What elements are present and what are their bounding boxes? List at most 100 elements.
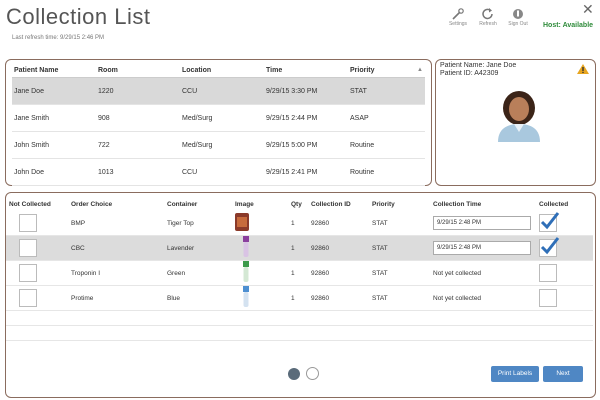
patient-name: John Doe	[12, 158, 96, 186]
column-header[interactable]: Location	[180, 63, 264, 78]
warning-icon[interactable]	[577, 64, 589, 74]
collected-checkbox[interactable]	[539, 289, 557, 307]
order-qty: 1	[288, 260, 308, 286]
checkmark-icon	[540, 212, 560, 230]
patient-location: Med/Surg	[180, 104, 264, 132]
sign-out-label: Sign Out	[508, 21, 528, 27]
patient-location: CCU	[180, 158, 264, 186]
patient-row[interactable]: Jane Smith 908 Med/Surg 9/29/15 2:44 PM …	[12, 104, 425, 132]
column-header: Image	[235, 200, 254, 208]
host-status: Host: Available	[543, 22, 594, 29]
collection-time-text: Not yet collected	[430, 260, 536, 286]
order-row[interactable]: Protime Blue 1 92860 STAT Not yet collec…	[6, 285, 593, 311]
patient-location: Med/Surg	[180, 131, 264, 159]
collection-time-input[interactable]: 9/29/15 2:48 PM	[433, 216, 531, 230]
patient-photo	[498, 91, 540, 142]
order-row[interactable]: CBC Lavender 1 92860 STAT 9/29/15 2:48 P…	[6, 235, 593, 261]
patient-id-label: Patient ID: A42309	[440, 70, 499, 77]
not-collected-checkbox[interactable]	[19, 239, 37, 257]
patient-row[interactable]: Jane Doe 1220 CCU 9/29/15 3:30 PM STAT	[12, 77, 425, 105]
order-choice: CBC	[68, 235, 164, 261]
green-tube-image	[243, 261, 249, 282]
sign-out-button[interactable]: Sign Out	[503, 8, 533, 27]
patient-time: 9/29/15 2:41 PM	[264, 158, 348, 186]
column-header[interactable]: Room	[96, 63, 180, 78]
order-collection-id: 92860	[308, 211, 369, 236]
refresh-button[interactable]: Refresh	[473, 8, 503, 27]
patient-time: 9/29/15 2:44 PM	[264, 104, 348, 132]
tiger-top-tube-image	[235, 213, 249, 231]
patient-priority: Routine	[348, 158, 425, 186]
order-choice: Protime	[68, 285, 164, 311]
refresh-label: Refresh	[479, 21, 497, 27]
order-choice: Troponin I	[68, 260, 164, 286]
refresh-icon	[482, 8, 493, 20]
checkmark-icon	[540, 237, 560, 255]
empty-row	[6, 325, 593, 341]
order-priority: STAT	[369, 235, 430, 261]
column-header: Order Choice	[71, 200, 113, 208]
column-header: Collection ID	[311, 200, 351, 208]
empty-row	[6, 310, 593, 326]
patient-priority: ASAP	[348, 104, 425, 132]
order-row[interactable]: BMP Tiger Top 1 92860 STAT 9/29/15 2:48 …	[6, 211, 593, 236]
column-header: Collected	[539, 200, 569, 208]
order-qty: 1	[288, 235, 308, 261]
lavender-tube-image	[243, 236, 249, 257]
order-container: Green	[164, 260, 232, 286]
patient-name-label: Patient Name: Jane Doe	[440, 62, 517, 69]
pagination	[288, 367, 321, 385]
page-dot-active[interactable]	[288, 368, 300, 380]
patient-room: 1220	[96, 77, 180, 105]
patient-list-panel: Patient Name Room Location Time Priority…	[5, 59, 432, 186]
order-collection-id: 92860	[308, 235, 369, 261]
patient-row[interactable]: John Doe 1013 CCU 9/29/15 2:41 PM Routin…	[12, 158, 425, 186]
patient-time: 9/29/15 3:30 PM	[264, 77, 348, 105]
collected-checkbox[interactable]	[539, 237, 560, 257]
patient-name: Jane Doe	[12, 77, 96, 105]
column-header[interactable]: Time	[264, 63, 348, 78]
collection-time-input[interactable]: 9/29/15 2:48 PM	[433, 241, 531, 255]
order-qty: 1	[288, 285, 308, 311]
patient-room: 1013	[96, 158, 180, 186]
next-button[interactable]: Next	[543, 366, 583, 382]
not-collected-checkbox[interactable]	[19, 289, 37, 307]
order-priority: STAT	[369, 211, 430, 236]
sign-out-icon	[513, 9, 523, 19]
order-priority: STAT	[369, 285, 430, 311]
column-header: Not Collected	[9, 200, 51, 208]
page-title: Collection List	[6, 4, 151, 29]
settings-button[interactable]: Settings	[443, 8, 473, 27]
not-collected-checkbox[interactable]	[19, 264, 37, 282]
not-collected-checkbox[interactable]	[19, 214, 37, 232]
collected-checkbox[interactable]	[539, 264, 557, 282]
orders-table-header: Not Collected Order Choice Container Ima…	[6, 197, 593, 211]
column-header-priority[interactable]: Priority ▲	[348, 63, 425, 78]
patient-table-header: Patient Name Room Location Time Priority…	[12, 63, 425, 78]
patient-room: 722	[96, 131, 180, 159]
patient-table: Patient Name Room Location Time Priority…	[12, 63, 425, 186]
order-choice: BMP	[68, 211, 164, 236]
sort-up-icon[interactable]: ▲	[417, 67, 423, 73]
patient-room: 908	[96, 104, 180, 132]
settings-label: Settings	[448, 21, 468, 27]
column-header: Container	[167, 200, 198, 208]
close-icon[interactable]: ✕	[582, 2, 594, 16]
column-header[interactable]: Patient Name	[12, 63, 96, 78]
column-header-label: Priority	[350, 66, 375, 74]
patient-priority: Routine	[348, 131, 425, 159]
blue-tube-image	[243, 286, 249, 307]
order-container: Tiger Top	[164, 211, 232, 236]
page-dot[interactable]	[306, 367, 320, 380]
order-qty: 1	[288, 211, 308, 236]
order-row[interactable]: Troponin I Green 1 92860 STAT Not yet co…	[6, 260, 593, 286]
orders-table: Not Collected Order Choice Container Ima…	[6, 197, 593, 341]
print-labels-button[interactable]: Print Labels	[491, 366, 539, 382]
column-header: Priority	[372, 200, 395, 208]
order-container: Blue	[164, 285, 232, 311]
patient-row[interactable]: John Smith 722 Med/Surg 9/29/15 5:00 PM …	[12, 131, 425, 159]
column-header: Collection Time	[433, 200, 482, 208]
collected-checkbox[interactable]	[539, 212, 560, 232]
patient-time: 9/29/15 5:00 PM	[264, 131, 348, 159]
order-container: Lavender	[164, 235, 232, 261]
